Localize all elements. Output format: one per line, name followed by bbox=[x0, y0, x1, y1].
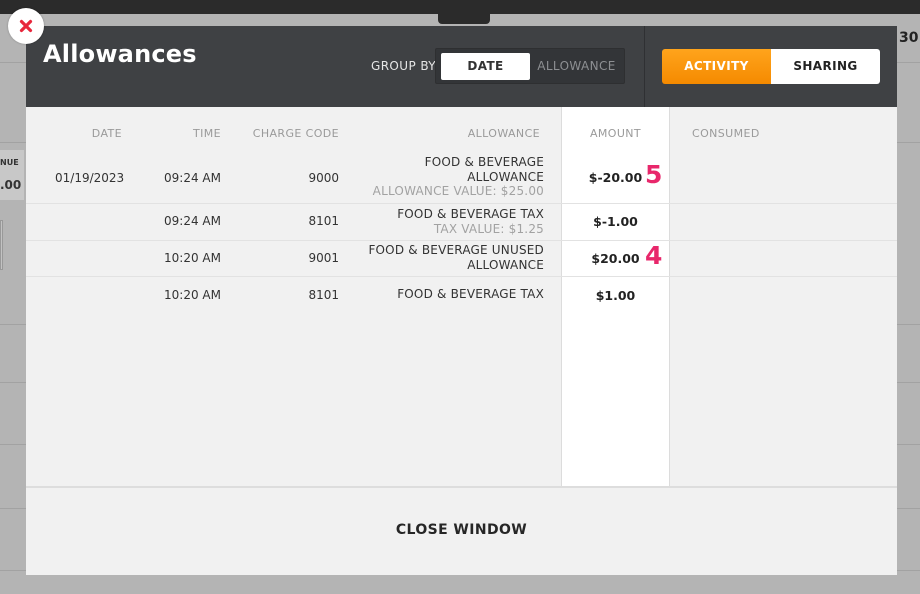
row-date: 01/19/2023 bbox=[55, 171, 125, 185]
row-allowance: FOOD & BEVERAGE ALLOWANCE ALLOWANCE VALU… bbox=[373, 155, 544, 199]
app-drag-handle bbox=[438, 10, 490, 24]
modal-title: Allowances bbox=[43, 40, 197, 68]
row-allowance: FOOD & BEVERAGE UNUSED ALLOWANCE bbox=[368, 243, 544, 272]
row-time: 10:20 AM bbox=[164, 288, 221, 302]
row-amount: $-1.00 bbox=[593, 214, 638, 229]
group-by-allowance-button[interactable]: ALLOWANCE bbox=[532, 53, 621, 80]
annotation-badge: 5 bbox=[645, 160, 663, 189]
group-by-date-button[interactable]: DATE bbox=[441, 53, 530, 80]
close-x-icon bbox=[19, 19, 33, 33]
row-allowance: FOOD & BEVERAGE TAX bbox=[397, 287, 544, 302]
row-charge-code: 8101 bbox=[308, 214, 339, 228]
tab-sharing[interactable]: SHARING bbox=[771, 49, 880, 84]
row-amount: $1.00 bbox=[595, 288, 636, 303]
annotation-badge: 4 bbox=[645, 241, 663, 270]
bg-summary-value: .00 bbox=[0, 178, 22, 192]
row-time: 10:20 AM bbox=[164, 251, 221, 265]
allowance-name: ALLOWANCE bbox=[467, 169, 544, 184]
group-by-label: GROUP BY bbox=[371, 59, 437, 73]
modal-header: Allowances GROUP BY DATE ALLOWANCE ACTIV… bbox=[26, 26, 897, 107]
header-time: TIME bbox=[192, 127, 221, 140]
header-date: DATE bbox=[91, 127, 122, 140]
row-charge-code: 9000 bbox=[308, 171, 339, 185]
header-charge-code: CHARGE CODE bbox=[252, 127, 339, 140]
allowance-name: FOOD & BEVERAGE TAX bbox=[397, 207, 544, 221]
close-modal-button[interactable] bbox=[8, 8, 44, 44]
allowance-value: ALLOWANCE VALUE: $25.00 bbox=[372, 184, 544, 198]
row-divider bbox=[26, 240, 897, 241]
bg-summary-label: NUE bbox=[0, 158, 19, 167]
bg-card-edge bbox=[0, 220, 3, 270]
bg-right-value: 30 bbox=[899, 30, 919, 46]
allowance-table: DATE TIME CHARGE CODE ALLOWANCE AMOUNT C… bbox=[26, 107, 897, 487]
tab-activity[interactable]: ACTIVITY bbox=[662, 49, 771, 84]
row-divider bbox=[26, 276, 897, 277]
allowance-value: TAX VALUE: $1.25 bbox=[433, 221, 544, 236]
row-charge-code: 8101 bbox=[308, 288, 339, 302]
row-charge-code: 9001 bbox=[308, 251, 339, 265]
allowance-name: FOOD & BEVERAGE UNUSED bbox=[368, 243, 544, 257]
allowance-name: ALLOWANCE bbox=[467, 257, 544, 272]
allowances-modal: Allowances GROUP BY DATE ALLOWANCE ACTIV… bbox=[26, 26, 897, 575]
row-allowance: FOOD & BEVERAGE TAX TAX VALUE: $1.25 bbox=[397, 207, 544, 236]
allowance-name: FOOD & BEVERAGE bbox=[424, 155, 544, 169]
close-window-button[interactable]: CLOSE WINDOW bbox=[26, 488, 897, 575]
header-divider bbox=[644, 26, 645, 107]
header-allowance: ALLOWANCE bbox=[467, 127, 540, 140]
allowance-name: FOOD & BEVERAGE TAX bbox=[397, 287, 544, 301]
row-divider bbox=[26, 203, 897, 204]
group-by-toggle: DATE ALLOWANCE bbox=[435, 48, 625, 84]
row-time: 09:24 AM bbox=[164, 214, 221, 228]
header-amount: AMOUNT bbox=[589, 127, 642, 140]
row-time: 09:24 AM bbox=[164, 171, 221, 185]
header-consumed: CONSUMED bbox=[692, 127, 760, 140]
